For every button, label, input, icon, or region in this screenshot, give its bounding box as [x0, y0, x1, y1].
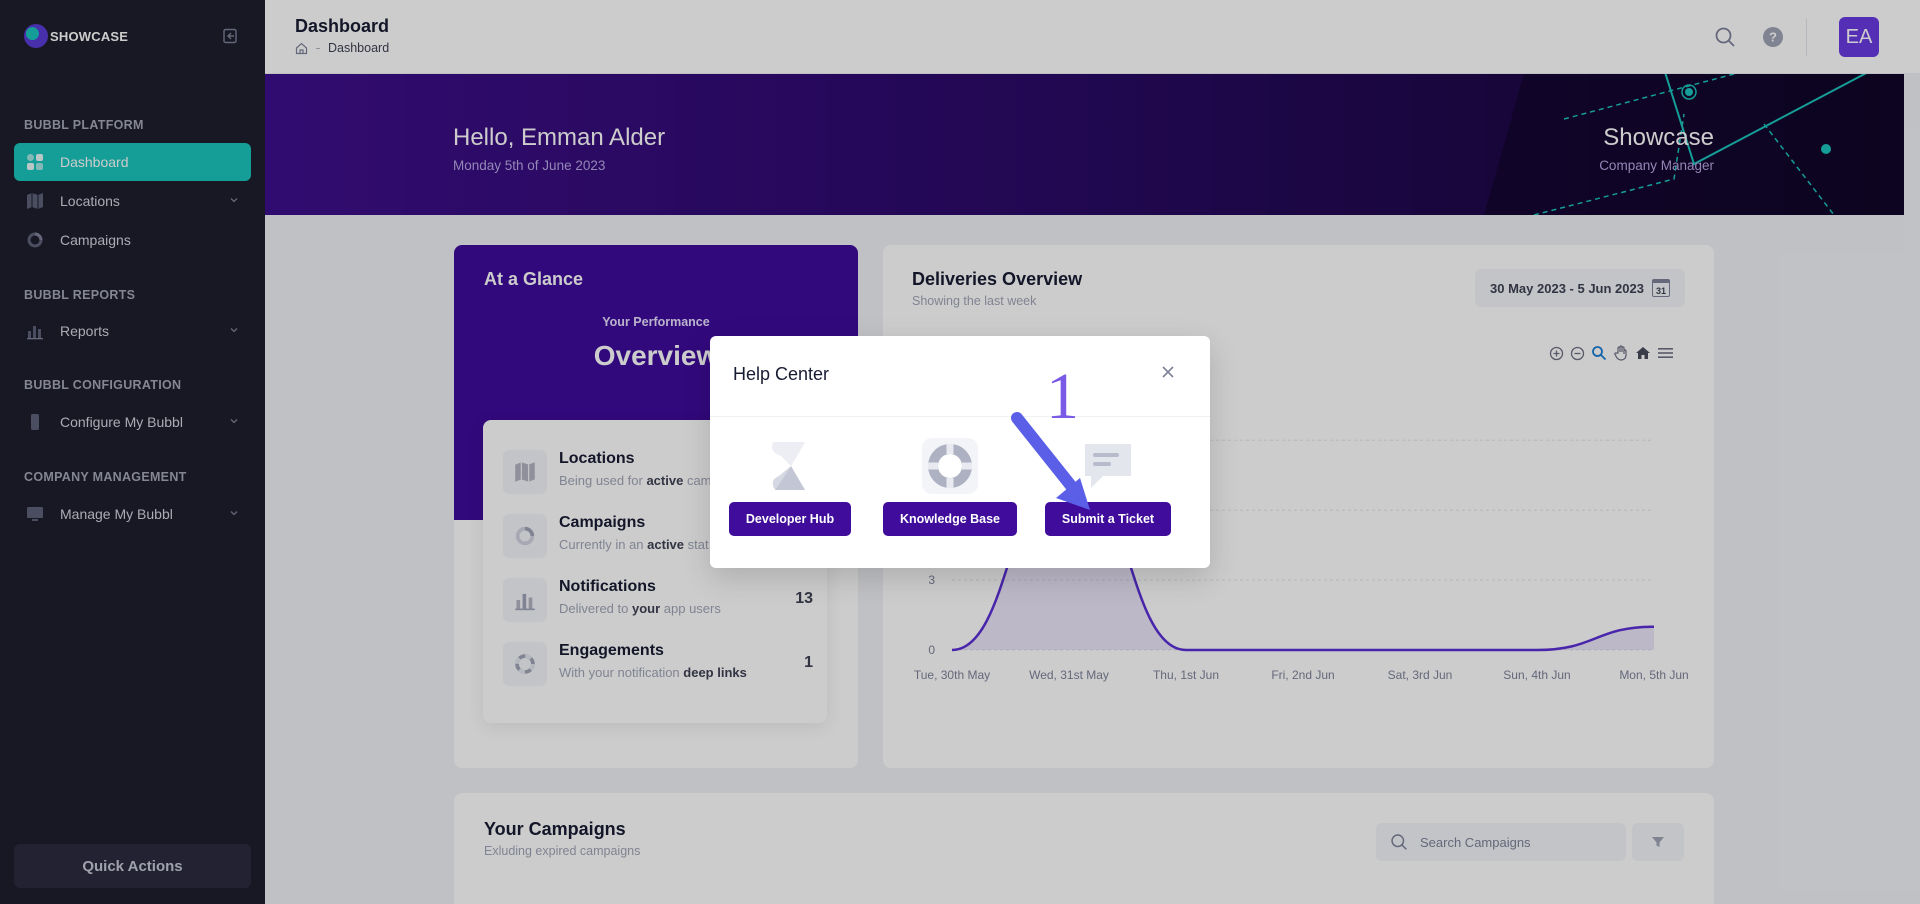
lifebuoy-icon — [922, 438, 978, 494]
close-icon[interactable] — [1160, 364, 1176, 380]
knowledge-base-button[interactable]: Knowledge Base — [882, 502, 1018, 536]
developer-hub-icon — [762, 438, 818, 494]
modal-divider — [710, 416, 1210, 417]
help-option-developer-hub: Developer Hub — [725, 438, 855, 536]
help-center-modal: Help Center Developer Hub Knowledge Base… — [710, 336, 1210, 568]
developer-hub-button[interactable]: Developer Hub — [728, 502, 852, 536]
help-option-knowledge-base: Knowledge Base — [882, 438, 1018, 536]
chat-bubble-icon — [1080, 438, 1136, 494]
help-option-submit-ticket: Submit a Ticket — [1043, 438, 1173, 536]
submit-ticket-button[interactable]: Submit a Ticket — [1044, 502, 1172, 536]
modal-title: Help Center — [733, 364, 830, 384]
